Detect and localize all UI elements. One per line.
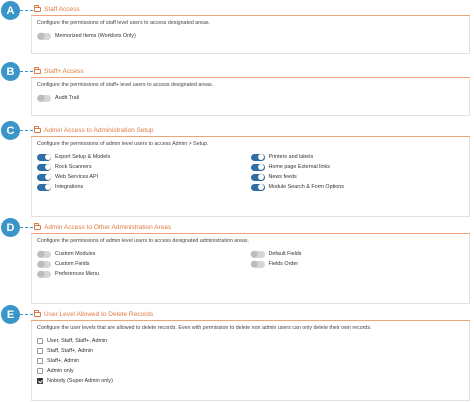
folder-icon: [34, 223, 41, 230]
toggle-switch[interactable]: [37, 250, 51, 258]
panel-description: Configure the user levels that are allow…: [37, 325, 372, 331]
checkbox[interactable]: [37, 338, 43, 344]
checkbox-row-staff-plus-admin[interactable]: Staff+, Admin: [37, 356, 464, 366]
callout-badge-b: B: [1, 62, 20, 81]
toggle-switch[interactable]: [250, 153, 265, 161]
toggle-switch[interactable]: [37, 32, 51, 40]
toggle-label: Rock Scanners: [55, 164, 92, 170]
panel-body: Configure the permissions of admin level…: [31, 234, 470, 304]
panel-title: Admin Access to Administration Setup: [44, 127, 154, 134]
panel-title: Admin Access to Other Administration Are…: [44, 224, 172, 231]
toggle-row-audit-trail[interactable]: Audit Trail: [37, 93, 464, 103]
callout-badge-a: A: [1, 1, 20, 20]
toggle-column-left: Export Setup & Models Rock Scanners Web …: [37, 152, 251, 192]
toggle-row-web-services-api[interactable]: Web Services API: [37, 172, 251, 182]
toggle-switch[interactable]: [37, 270, 51, 278]
toggle-switch[interactable]: [250, 250, 265, 258]
toggle-row-custom-fields[interactable]: Custom Fields: [37, 259, 251, 269]
panel-body: Configure the permissions of staff+ leve…: [31, 78, 470, 116]
toggle-row-preferences-menu[interactable]: Preferences Menu: [37, 269, 251, 279]
toggle-column-left: Custom Modules Custom Fields Preferences…: [37, 249, 251, 279]
checkbox-label: User, Staff, Staff+, Admin: [47, 338, 108, 344]
checkbox-row-nobody[interactable]: Nobody (Super Admin only): [37, 376, 464, 386]
toggle-label: News feeds: [268, 174, 297, 180]
toggle-label: Module Search & Form Options: [268, 184, 345, 190]
toggle-row-memorized-items[interactable]: Memorized Items (Worklists Only): [37, 31, 464, 41]
toggle-label: Memorized Items (Worklists Only): [55, 33, 136, 39]
panel-header: Admin Access to Administration Setup: [31, 125, 470, 137]
panel-staff-access: Staff Access Configure the permissions o…: [31, 4, 470, 54]
toggle-switch[interactable]: [250, 173, 265, 181]
toggle-row-default-fields[interactable]: Default Fields: [250, 249, 465, 259]
checkbox-label: Staff, Staff+, Admin: [47, 348, 94, 354]
toggle-label: Custom Fields: [55, 261, 90, 267]
panel-title: Staff Access: [44, 6, 80, 13]
checkbox[interactable]: [37, 378, 43, 384]
checkbox[interactable]: [37, 358, 43, 364]
toggle-switch[interactable]: [250, 183, 265, 191]
panel-description: Configure the permissions of admin level…: [37, 141, 209, 147]
panel-title: User Level Allowed to Delete Records: [44, 311, 154, 318]
panel-delete-records: User Level Allowed to Delete Records Con…: [31, 309, 470, 401]
toggle-label: Audit Trail: [55, 95, 79, 101]
toggle-switch[interactable]: [250, 260, 265, 268]
toggle-switch[interactable]: [250, 163, 265, 171]
panel-header: Admin Access to Other Administration Are…: [31, 222, 470, 234]
toggle-switch[interactable]: [37, 173, 51, 181]
toggle-label: Export Setup & Models: [55, 154, 111, 160]
toggle-label: Web Services API: [55, 174, 99, 180]
toggle-switch[interactable]: [37, 94, 51, 102]
panel-staff-plus-access: Staff+ Access Configure the permissions …: [31, 66, 470, 116]
checkbox[interactable]: [37, 348, 43, 354]
checkbox-label: Nobody (Super Admin only): [47, 378, 113, 384]
panel-description: Configure the permissions of staff level…: [37, 20, 211, 26]
callout-badge-e: E: [1, 305, 20, 324]
folder-icon: [34, 67, 41, 74]
toggle-row-printers-labels[interactable]: Printers and labels: [250, 152, 465, 162]
checkbox-row-staff-admin[interactable]: Staff, Staff+, Admin: [37, 346, 464, 356]
panel-header: Staff Access: [31, 4, 470, 16]
panel-title: Staff+ Access: [44, 68, 84, 75]
toggle-switch[interactable]: [37, 163, 51, 171]
toggle-row-news-feeds[interactable]: News feeds: [250, 172, 465, 182]
panel-body: Configure the permissions of admin level…: [31, 137, 470, 217]
toggle-label: Integrations: [55, 184, 84, 190]
toggle-row-home-page-links[interactable]: Home page External links: [250, 162, 465, 172]
toggle-switch[interactable]: [37, 260, 51, 268]
folder-icon: [34, 5, 41, 12]
toggle-row-module-search[interactable]: Module Search & Form Options: [250, 182, 465, 192]
toggle-row-custom-modules[interactable]: Custom Modules: [37, 249, 251, 259]
toggle-column-right: Printers and labels Home page External l…: [250, 152, 465, 192]
toggle-row-rock-scanners[interactable]: Rock Scanners: [37, 162, 251, 172]
toggle-switch[interactable]: [37, 153, 51, 161]
panel-body: Configure the permissions of staff level…: [31, 16, 470, 54]
toggle-row-integrations[interactable]: Integrations: [37, 182, 251, 192]
checkbox-row-admin-only[interactable]: Admin only: [37, 366, 464, 376]
toggle-switch[interactable]: [37, 183, 51, 191]
toggle-column-right: Default Fields Fields Order: [250, 249, 465, 279]
panel-description: Configure the permissions of staff+ leve…: [37, 82, 214, 88]
panel-header: Staff+ Access: [31, 66, 470, 78]
toggle-label: Custom Modules: [55, 251, 96, 257]
folder-icon: [34, 310, 41, 317]
toggle-label: Home page External links: [268, 164, 330, 170]
checkbox[interactable]: [37, 368, 43, 374]
toggle-label: Printers and labels: [268, 154, 314, 160]
panel-description: Configure the permissions of admin level…: [37, 238, 249, 244]
panel-body: Configure the user levels that are allow…: [31, 321, 470, 401]
folder-icon: [34, 126, 41, 133]
checkbox-row-user-staff-admin[interactable]: User, Staff, Staff+, Admin: [37, 336, 464, 346]
toggle-label: Preferences Menu: [55, 271, 100, 277]
panel-admin-setup-access: Admin Access to Administration Setup Con…: [31, 125, 470, 217]
panel-admin-other-areas: Admin Access to Other Administration Are…: [31, 222, 470, 304]
panel-header: User Level Allowed to Delete Records: [31, 309, 470, 321]
toggle-row-fields-order[interactable]: Fields Order: [250, 259, 465, 269]
checkbox-label: Admin only: [47, 368, 74, 374]
callout-badge-d: D: [1, 218, 20, 237]
toggle-row-export-setup[interactable]: Export Setup & Models: [37, 152, 251, 162]
callout-badge-c: C: [1, 121, 20, 140]
toggle-label: Fields Order: [268, 261, 299, 267]
checkbox-label: Staff+, Admin: [47, 358, 80, 364]
toggle-label: Default Fields: [268, 251, 302, 257]
